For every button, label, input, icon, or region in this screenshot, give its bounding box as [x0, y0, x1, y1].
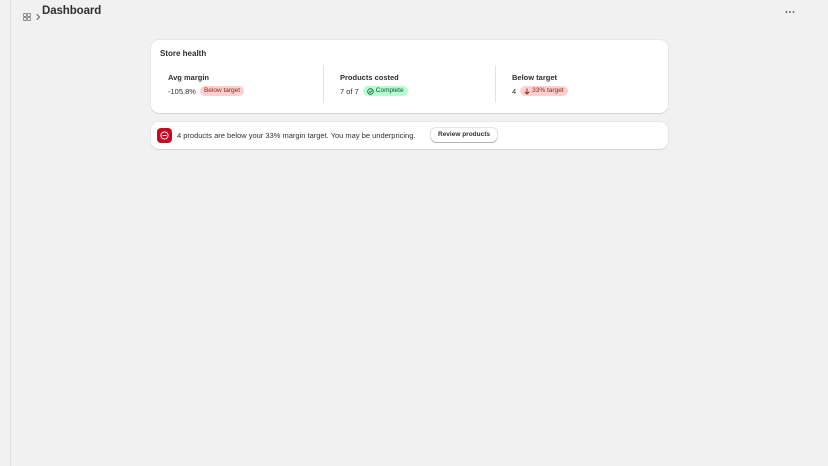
- badge-label: 33% target: [532, 87, 564, 94]
- metric-label: Avg margin: [168, 73, 209, 82]
- metric-value-row: -105.8% Below target: [168, 85, 245, 97]
- metric-value: 4: [512, 86, 517, 96]
- status-badge: Complete: [362, 86, 408, 96]
- underpricing-banner: 4 products are below your 33% margin tar…: [151, 122, 668, 149]
- metric-value: -105.8%: [168, 86, 196, 96]
- check-circle-icon: [367, 87, 374, 95]
- status-badge: Below target: [199, 86, 245, 96]
- app-frame: Dashboard Store health Avg margin -105.8…: [10, 0, 828, 466]
- card-title: Store health: [160, 49, 207, 58]
- arrow-down-icon: [524, 87, 530, 95]
- metric-below-target: Below target 4 33% target: [495, 65, 668, 103]
- metric-label: Below target: [512, 73, 558, 82]
- store-health-card: Store health Avg margin -105.8% Below ta…: [151, 40, 668, 113]
- metric-value-row: 7 of 7 Complete: [340, 85, 408, 97]
- metric-value: 7 of 7: [340, 86, 359, 96]
- more-horizontal-icon[interactable]: [782, 5, 798, 19]
- badge-label: Below target: [203, 87, 241, 94]
- app-grid-icon[interactable]: [23, 8, 31, 21]
- metric-label: Products costed: [340, 73, 399, 82]
- status-badge: 33% target: [520, 86, 568, 96]
- badge-label: Complete: [375, 87, 404, 94]
- banner-message: 4 products are below your 33% margin tar…: [177, 131, 416, 140]
- top-bar: Dashboard: [11, 0, 828, 24]
- metric-products-costed: Products costed 7 of 7 Complete: [323, 65, 495, 103]
- page-title: Dashboard: [42, 5, 102, 17]
- chevron-right-icon: [35, 8, 41, 20]
- metric-avg-margin: Avg margin -105.8% Below target: [151, 65, 323, 103]
- metric-value-row: 4 33% target: [512, 85, 568, 97]
- review-products-button[interactable]: Review products: [431, 128, 498, 142]
- alert-circle-icon: [157, 128, 172, 143]
